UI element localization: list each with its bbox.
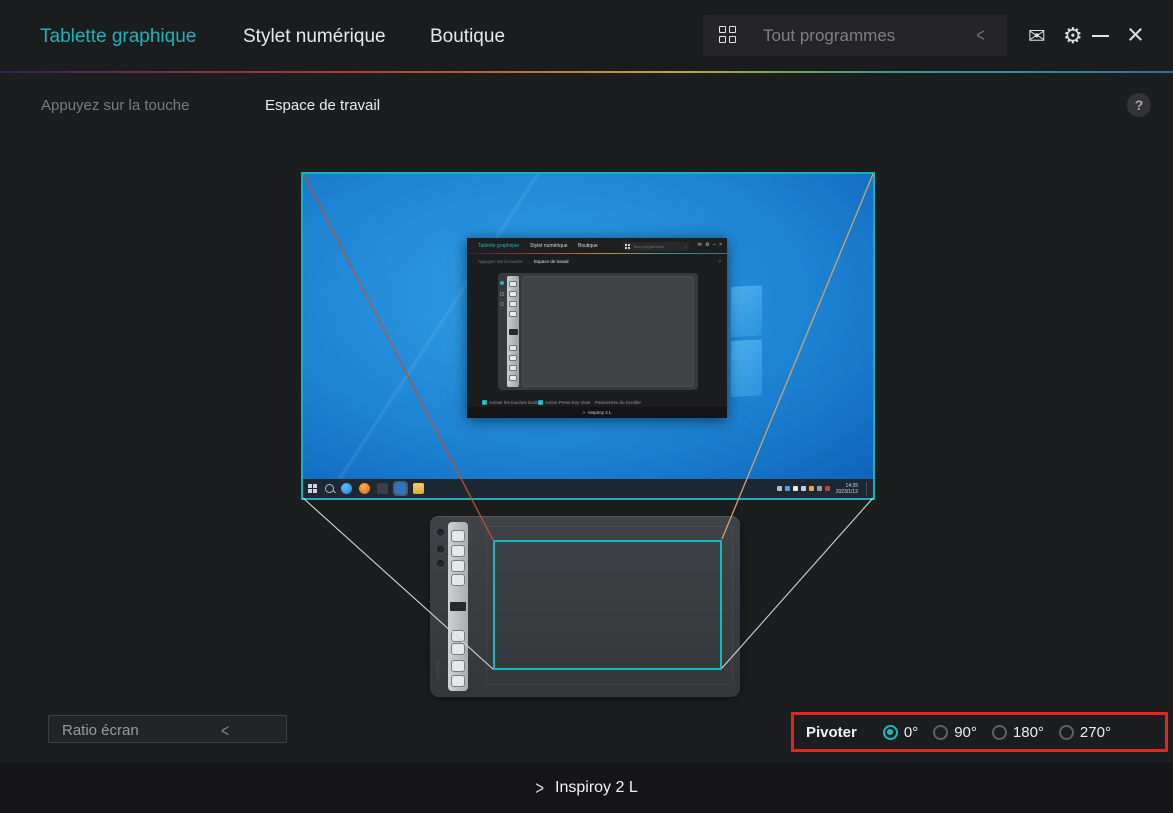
- tray-icon: [777, 486, 782, 491]
- pivot-group-highlight: Pivoter 0° 90° 180° 270°: [791, 712, 1168, 752]
- radio-icon[interactable]: [1059, 725, 1074, 740]
- header-bar: Tablette graphique Stylet numérique Bout…: [0, 0, 1173, 71]
- mini-apps-grid-icon: [625, 244, 630, 249]
- tray-icon: [801, 486, 806, 491]
- explorer-icon: [413, 483, 424, 494]
- mini-scroller-settings: Paramètres du Scroller: [595, 400, 641, 405]
- tablet-indicator-light: [437, 529, 444, 536]
- screen-ratio-dropdown[interactable]: Ratio écran <: [48, 715, 287, 743]
- mini-checkbox-icon: ✓: [482, 400, 487, 405]
- radio-icon[interactable]: [933, 725, 948, 740]
- tablet-indicator-light: [437, 560, 444, 567]
- start-icon: [308, 484, 317, 493]
- radio-icon[interactable]: [883, 725, 898, 740]
- screen-ratio-label: Ratio écran: [62, 722, 139, 739]
- tab-tablette-graphique[interactable]: Tablette graphique: [40, 26, 196, 48]
- tablet-press-key: [451, 675, 465, 687]
- tablet-press-key: [451, 530, 465, 542]
- tab-stylet-numerique[interactable]: Stylet numérique: [243, 26, 386, 48]
- tablet-press-key: [451, 574, 465, 586]
- tray-icon: [793, 486, 798, 491]
- firefox-icon: [359, 483, 370, 494]
- app-icon: [377, 483, 388, 494]
- mail-icon[interactable]: ✉: [1028, 24, 1046, 49]
- radio-icon[interactable]: [992, 725, 1007, 740]
- mini-window-icons: ✉ ⚙ – ×: [697, 242, 723, 248]
- mini-header-bar: Tablette graphique Stylet numérique Bout…: [467, 238, 727, 254]
- mini-checkbox-touch-keys: ✓ Activer les touches tactiles: [482, 400, 542, 405]
- mini-scroller: [509, 329, 518, 335]
- chevron-left-icon: <: [976, 24, 985, 46]
- help-button[interactable]: ?: [1127, 93, 1151, 117]
- tablet-active-area[interactable]: [493, 540, 722, 670]
- mini-subnav-workspace: Espace de travail: [534, 259, 569, 264]
- taskbar-left: [308, 479, 424, 498]
- mini-press-key-strip: [507, 276, 519, 387]
- tray-icon: [817, 486, 822, 491]
- pivot-option-90[interactable]: 90°: [933, 724, 977, 741]
- mini-device-bar: > Inspiroy 2 L: [467, 407, 727, 418]
- tray-icon: [809, 486, 814, 491]
- screen-map-desktop: Tablette graphique Stylet numérique Bout…: [301, 172, 875, 500]
- close-icon[interactable]: ×: [1127, 19, 1144, 52]
- pivot-option-270[interactable]: 270°: [1059, 724, 1111, 741]
- tablet-brand-text: HUION: [435, 660, 440, 678]
- mini-programs-dropdown: Tout programmes <: [623, 242, 689, 251]
- tablet-press-key: [451, 660, 465, 672]
- pivot-option-0[interactable]: 0°: [883, 724, 918, 741]
- apps-grid-icon: [719, 26, 737, 44]
- chevron-right-icon: >: [535, 777, 544, 799]
- mini-tab-tablette: Tablette graphique: [478, 243, 519, 249]
- all-programs-dropdown[interactable]: Tout programmes <: [703, 15, 1007, 56]
- tablet-press-key: [451, 643, 465, 655]
- tablet-press-key: [451, 545, 465, 557]
- taskbar-tray: 14:35 2023/1/12: [777, 479, 869, 498]
- mini-driver-window: Tablette graphique Stylet numérique Bout…: [467, 238, 727, 418]
- tablet-press-key: [451, 630, 465, 642]
- tray-icon: [825, 486, 830, 491]
- search-icon: [325, 484, 334, 493]
- mini-tab-boutique: Boutique: [578, 243, 598, 249]
- tray-icon: [785, 486, 790, 491]
- tab-boutique[interactable]: Boutique: [430, 26, 505, 48]
- device-bar[interactable]: > Inspiroy 2 L: [0, 763, 1173, 813]
- mini-tablet-illustration: [498, 273, 698, 390]
- all-programs-label: Tout programmes: [763, 26, 895, 46]
- mini-checkbox-press-key-view: ✓ Action Press Key View: [538, 400, 590, 405]
- mini-checkbox-icon: ✓: [538, 400, 543, 405]
- gear-icon[interactable]: ⚙: [1063, 23, 1083, 49]
- mini-taskbar: 14:35 2023/1/12: [303, 479, 873, 498]
- tablet-press-key-strip: [448, 522, 468, 691]
- minimize-icon[interactable]: [1092, 35, 1109, 37]
- mini-indicator: [500, 292, 504, 296]
- tablet-scroller: [450, 602, 466, 611]
- device-name: Inspiroy 2 L: [555, 779, 638, 797]
- taskbar-clock: 14:35 2023/1/12: [836, 483, 858, 495]
- tablet-indicator-light: [437, 546, 444, 553]
- mini-subnav-press-key: Appuyez sur la touche: [478, 259, 523, 264]
- pivot-label: Pivoter: [806, 724, 857, 741]
- mini-status-dot: [500, 281, 504, 285]
- chevron-left-icon: <: [221, 720, 229, 740]
- mini-tab-stylet: Stylet numérique: [530, 243, 568, 249]
- tablet-press-key: [451, 560, 465, 572]
- mini-indicator: [500, 302, 504, 306]
- edge-icon: [341, 483, 352, 494]
- pivot-option-180[interactable]: 180°: [992, 724, 1044, 741]
- mini-help-button: ?: [718, 259, 721, 264]
- subnav-press-key[interactable]: Appuyez sur la touche: [41, 97, 189, 114]
- driver-app-icon: [395, 483, 406, 494]
- subnav-workspace[interactable]: Espace de travail: [265, 97, 380, 114]
- mini-working-area: [522, 276, 694, 387]
- show-desktop-notch: [866, 482, 869, 495]
